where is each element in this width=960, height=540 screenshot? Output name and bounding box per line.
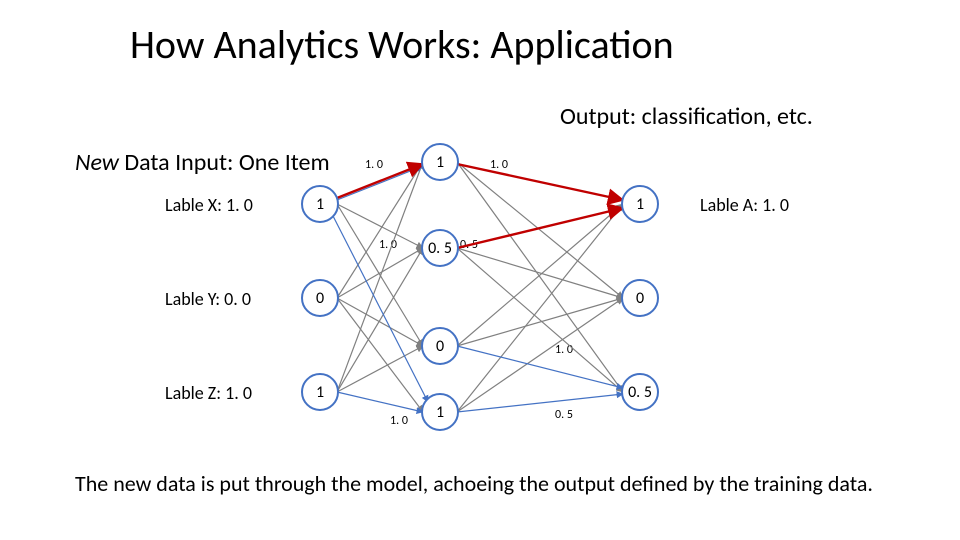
footer-text: The new data is put through the model, a… xyxy=(75,470,900,498)
edges-hidden-output xyxy=(457,162,623,412)
node-h1: 1 xyxy=(436,153,444,172)
node-h4: 1 xyxy=(436,403,444,422)
edges-red xyxy=(337,164,623,248)
node-h2: 0. 5 xyxy=(428,239,452,258)
node-in-z: 1 xyxy=(316,383,324,402)
node-in-y: 0 xyxy=(316,289,324,308)
output-nodes: 1 0 0. 5 xyxy=(622,186,658,410)
node-out-c: 0. 5 xyxy=(628,383,652,402)
node-h3: 0 xyxy=(436,337,444,356)
node-out-a: 1 xyxy=(636,195,644,214)
network-diagram: 1 0 1 1 0. 5 0 1 1 0 0. 5 xyxy=(0,0,960,540)
input-nodes: 1 0 1 xyxy=(302,186,338,410)
node-in-x: 1 xyxy=(316,195,324,214)
node-out-b: 0 xyxy=(636,289,644,308)
edges-input-hidden xyxy=(337,162,423,412)
hidden-nodes: 1 0. 5 0 1 xyxy=(422,144,458,430)
